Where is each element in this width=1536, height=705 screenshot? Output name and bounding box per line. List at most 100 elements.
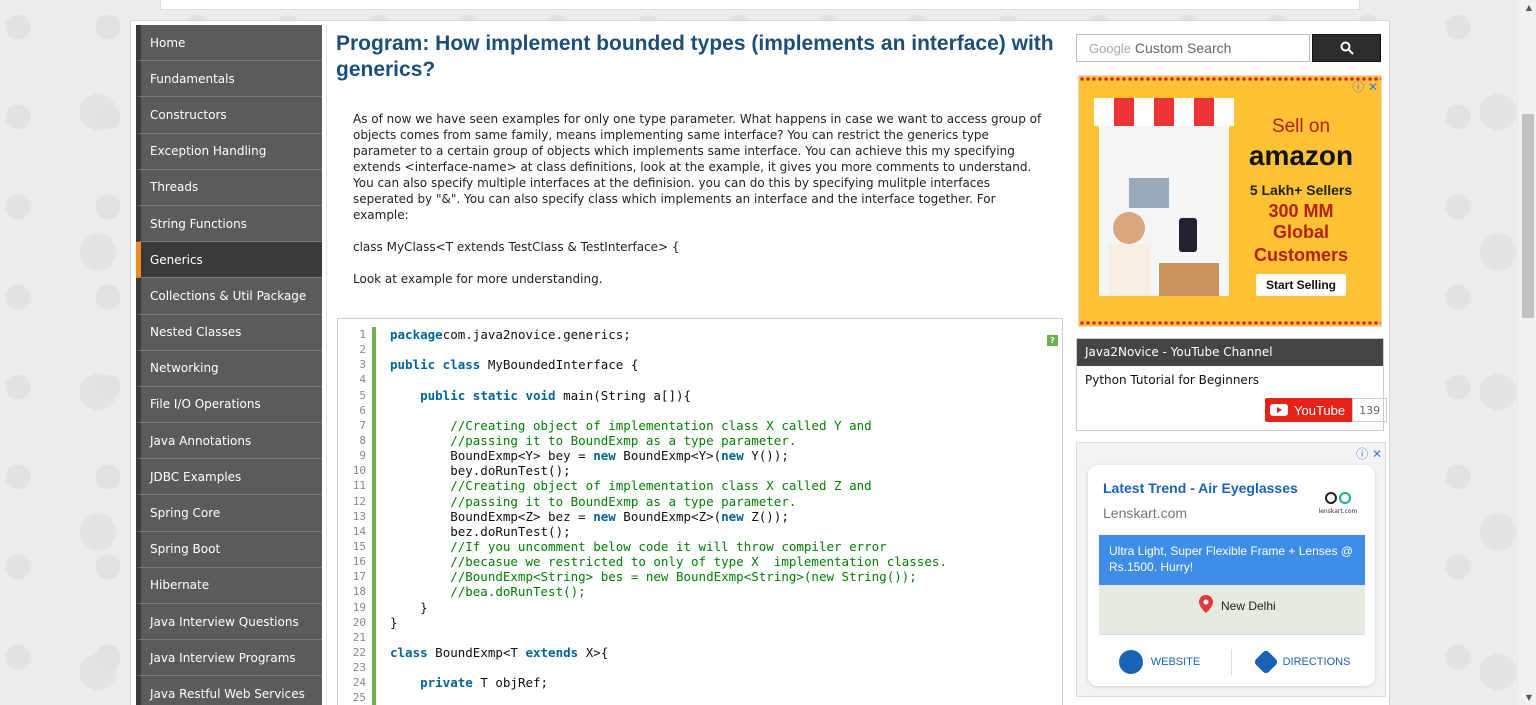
sidebar-item-nested-classes[interactable]: Nested Classes	[136, 314, 322, 351]
line-number: 1	[359, 328, 366, 341]
line-number: 17	[352, 570, 366, 584]
code-line: 5 public static void main(String a[]){	[338, 387, 1062, 403]
sidebar-item-java-interview-programs[interactable]: Java Interview Programs	[136, 640, 322, 677]
line-number: 10	[352, 464, 366, 478]
sidebar-item-jdbc-examples[interactable]: JDBC Examples	[136, 459, 322, 496]
subscriber-count: 139	[1352, 398, 1388, 422]
sidebar-item-generics[interactable]: Generics	[136, 242, 322, 279]
ad-website-button[interactable]: WEBSITE	[1088, 643, 1231, 681]
description-paragraph: As of now we have seen examples for only…	[353, 112, 1042, 222]
youtube-subscribe-button[interactable]: YouTube 139	[1265, 398, 1388, 422]
sidebar-item-hibernate[interactable]: Hibernate	[136, 567, 322, 604]
code-text: //Creating object of implementation clas…	[390, 418, 871, 433]
line-number: 11	[352, 479, 366, 493]
scroll-thumb[interactable]	[1522, 114, 1534, 318]
code-token: BoundExmp<T	[427, 644, 526, 660]
youtube-panel: Java2Novice - YouTube Channel Python Tut…	[1076, 338, 1388, 431]
code-gutter	[372, 448, 376, 464]
code-line: 23	[338, 660, 1062, 676]
sidebar-item-spring-boot[interactable]: Spring Boot	[136, 531, 322, 568]
code-text: public class MyBoundedInterface {	[390, 357, 638, 372]
line-number: 16	[352, 555, 366, 569]
page-scrollbar[interactable]: ▲ ▼	[1519, 0, 1536, 705]
globe-icon	[1118, 650, 1143, 674]
sidebar-item-file-i-o-operations[interactable]: File I/O Operations	[136, 386, 322, 424]
ad-actions: WEBSITE DIRECTIONS	[1088, 643, 1375, 681]
code-token: private	[420, 675, 473, 691]
sidebar-item-string-functions[interactable]: String Functions	[136, 205, 322, 243]
ad-dot-border	[1079, 76, 1381, 82]
amazon-ad[interactable]: ⓘ ✕ Sell on amazon 5 Lakh+ Sellers 300 M…	[1078, 75, 1382, 327]
sidebar-item-constructors[interactable]: Constructors	[136, 97, 322, 134]
code-gutter	[372, 432, 376, 449]
sidebar-item-java-restful-web-services[interactable]: Java Restful Web Services	[136, 676, 322, 705]
code-text: //bea.doRunTest();	[390, 584, 585, 599]
description: As of now we have seen examples for only…	[353, 111, 1053, 303]
map-pin-icon	[1199, 595, 1213, 613]
page-title: Program: How implement bounded types (im…	[336, 32, 1054, 81]
code-line: 9 BoundExmp<Y> bey = new BoundExmp<Y>(ne…	[338, 448, 1062, 464]
code-token: BoundExmp<Z> bez =	[390, 508, 594, 524]
code-gutter	[372, 614, 376, 630]
code-gutter	[372, 463, 376, 479]
ad-headline[interactable]: Latest Trend - Air Eyeglasses	[1103, 480, 1298, 496]
code-line: 17 //BoundExmp<String> bes = new BoundEx…	[338, 569, 1062, 585]
description-note: Look at example for more understanding.	[353, 272, 603, 286]
sidebar-item-spring-core[interactable]: Spring Core	[136, 495, 322, 532]
directions-icon	[1252, 649, 1279, 675]
scroll-up-icon[interactable]: ▲	[1526, 3, 1532, 12]
shop-illustration	[1094, 98, 1234, 296]
code-token: MyBoundedInterface {	[480, 357, 639, 373]
lenskart-ad[interactable]: ⓘ ✕ Latest Trend - Air Eyeglasses Lenska…	[1076, 442, 1386, 697]
code-gutter	[372, 660, 376, 676]
line-number: 8	[359, 433, 366, 447]
code-line: 11 //Creating object of implementation c…	[338, 478, 1062, 494]
code-token: //BoundExmp<String> bes = new BoundExmp<…	[390, 569, 917, 585]
line-number: 25	[352, 691, 366, 705]
search-input[interactable]: Google Custom Search	[1076, 34, 1310, 62]
youtube-video-title[interactable]: Python Tutorial for Beginners	[1077, 366, 1383, 394]
line-number: 24	[352, 676, 366, 690]
scroll-down-icon[interactable]: ▼	[1526, 693, 1532, 702]
ad-close-icon[interactable]: ⓘ ✕	[1352, 78, 1378, 95]
ad-directions-button[interactable]: DIRECTIONS	[1232, 643, 1375, 681]
code-token: extends	[525, 644, 579, 660]
sidebar-item-networking[interactable]: Networking	[136, 350, 322, 387]
youtube-button-label: YouTube	[1294, 402, 1346, 418]
code-token: X>{	[578, 644, 609, 660]
search-button[interactable]	[1312, 34, 1381, 62]
code-gutter	[372, 569, 376, 585]
code-line: 2	[338, 342, 1062, 358]
sidebar-item-collections-util-package[interactable]: Collections & Util Package	[136, 278, 322, 315]
sidebar-item-threads[interactable]: Threads	[136, 169, 322, 206]
code-token: T objRef;	[472, 675, 549, 691]
code-token: new	[593, 448, 616, 464]
code-token: }	[390, 614, 398, 630]
code-text: }	[390, 600, 428, 615]
line-number: 20	[352, 615, 366, 629]
code-token: new	[721, 448, 744, 464]
main-content: Program: How implement bounded types (im…	[326, 25, 1066, 705]
lenskart-logo-text: lenskart.com	[1318, 508, 1358, 515]
code-line: 6	[338, 402, 1062, 418]
ad-cta-button[interactable]: Start Selling	[1255, 274, 1346, 296]
code-text: //becasue we restricted to only of type …	[390, 554, 947, 569]
sidebar-item-java-annotations[interactable]: Java Annotations	[136, 423, 322, 460]
ad-card[interactable]: Latest Trend - Air Eyeglasses Lenskart.c…	[1088, 465, 1375, 686]
ad-close-icon[interactable]: ⓘ ✕	[1356, 445, 1382, 462]
sidebar-item-java-interview-questions[interactable]: Java Interview Questions	[136, 604, 322, 641]
code-line: 19 }	[338, 599, 1062, 615]
sidebar-item-home[interactable]: Home	[136, 25, 322, 62]
sidebar-item-exception-handling[interactable]: Exception Handling	[136, 133, 322, 170]
code-line: 20}	[338, 614, 1062, 630]
code-text: private T objRef;	[390, 675, 548, 690]
code-block[interactable]: ? 1 packagecom.java2novice.generics; 2 3 pub…	[337, 318, 1063, 705]
youtube-button[interactable]: YouTube	[1265, 398, 1353, 422]
sidebar-item-fundamentals[interactable]: Fundamentals	[136, 61, 322, 98]
code-text: //BoundExmp<String> bes = new BoundExmp<…	[390, 569, 917, 584]
line-number: 4	[359, 373, 366, 387]
code-line: 8 //passing it to BoundExmp as a type pa…	[338, 432, 1062, 449]
ad-global: 300 MM Global	[1268, 201, 1334, 242]
code-text: BoundExmp<Y> bey = new BoundExmp<Y>(new …	[390, 448, 789, 463]
